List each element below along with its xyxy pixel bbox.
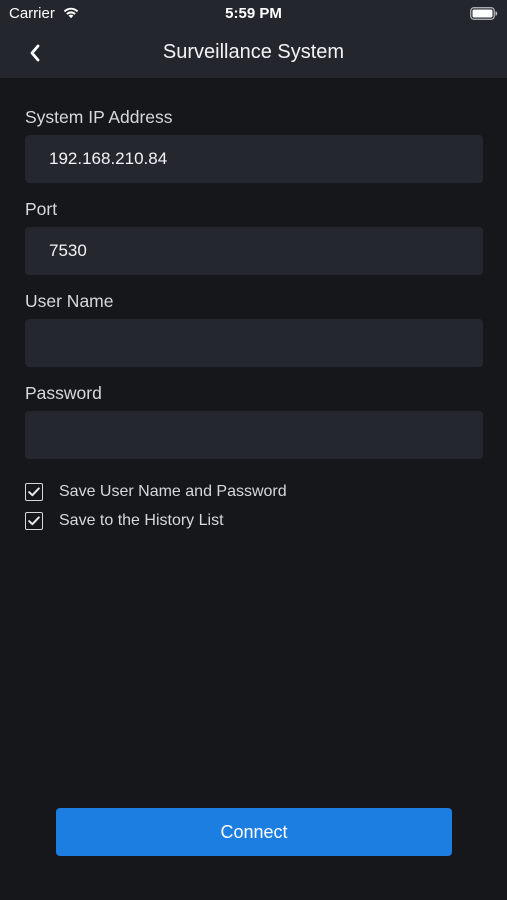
- password-label: Password: [25, 383, 102, 403]
- clock: 5:59 PM: [225, 5, 282, 22]
- ip-label: System IP Address: [25, 107, 173, 127]
- password-field-group: Password: [25, 383, 483, 459]
- username-input[interactable]: [25, 319, 483, 367]
- port-field-group: Port: [25, 199, 483, 275]
- save-history-option[interactable]: Save to the History List: [25, 511, 287, 531]
- navigation-bar: Surveillance System: [0, 28, 507, 78]
- save-history-checkbox[interactable]: [25, 512, 43, 530]
- options-list: Save User Name and Password Save to the …: [25, 482, 287, 540]
- page-title: Surveillance System: [162, 41, 345, 63]
- save-credentials-checkbox[interactable]: [25, 483, 43, 501]
- connection-form: System IP Address Port User Name Passwor…: [25, 107, 483, 475]
- battery-icon: [470, 7, 498, 20]
- save-credentials-label: Save User Name and Password: [59, 483, 287, 500]
- port-label: Port: [25, 199, 58, 219]
- username-field-group: User Name: [25, 291, 483, 367]
- checkmark-icon: [28, 516, 40, 526]
- checkmark-icon: [28, 487, 40, 497]
- status-bar: Carrier 5:59 PM: [0, 0, 507, 28]
- port-input[interactable]: [25, 227, 483, 275]
- ip-field-group: System IP Address: [25, 107, 483, 183]
- ip-address-input[interactable]: [25, 135, 483, 183]
- password-input[interactable]: [25, 411, 483, 459]
- save-history-label: Save to the History List: [59, 512, 224, 529]
- save-credentials-option[interactable]: Save User Name and Password: [25, 482, 287, 502]
- username-label: User Name: [25, 291, 114, 311]
- connect-button[interactable]: Connect: [56, 808, 452, 856]
